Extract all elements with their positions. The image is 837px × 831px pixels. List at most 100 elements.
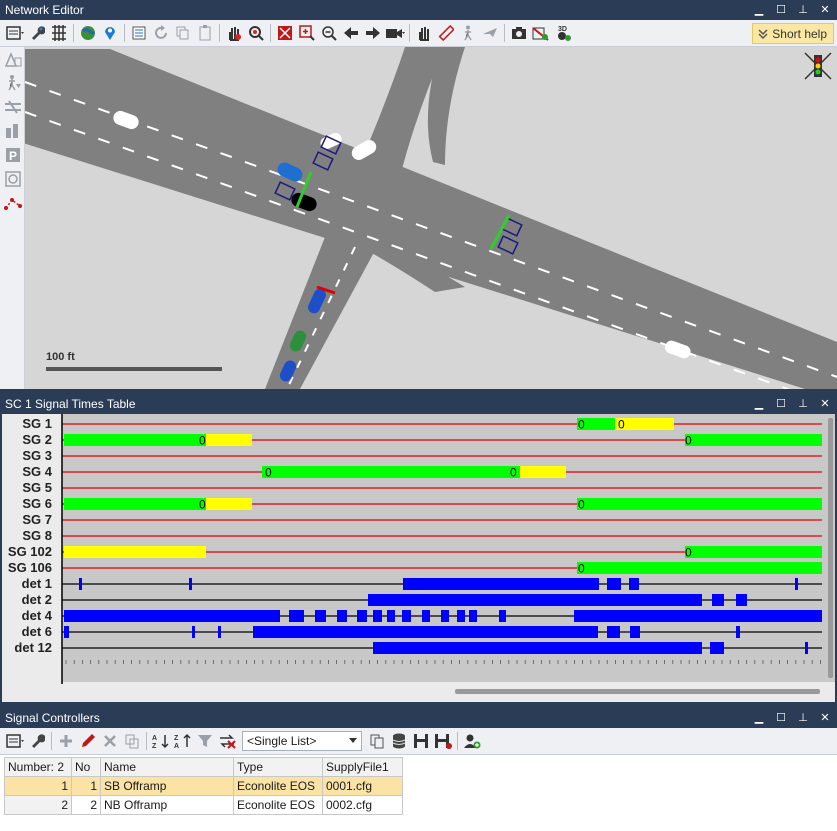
network-map-canvas	[25, 47, 837, 389]
zero-marker: 0	[685, 434, 692, 448]
pin-button[interactable]: ⊥	[797, 708, 809, 728]
signal-state-bar	[206, 434, 252, 446]
cell-supplyfile[interactable]: 0002.cfg	[322, 795, 403, 815]
no-3d-icon[interactable]	[530, 22, 552, 44]
duplicate-icon[interactable]	[121, 730, 143, 752]
camera-icon[interactable]	[384, 22, 406, 44]
wrench-icon[interactable]	[26, 730, 48, 752]
screenshot-icon[interactable]	[508, 22, 530, 44]
detector-occupancy-bar	[499, 610, 506, 622]
scale-bar	[46, 367, 222, 371]
copy-icon[interactable]	[172, 22, 194, 44]
maximize-button[interactable]: ☐	[775, 708, 787, 728]
pin-button[interactable]: ⊥	[797, 394, 809, 414]
maximize-button[interactable]: ☐	[775, 394, 787, 414]
add-user-icon[interactable]	[461, 730, 483, 752]
signal-link-icon[interactable]	[0, 191, 25, 215]
network-grid-icon[interactable]	[48, 22, 70, 44]
zero-marker: 0	[578, 498, 585, 512]
road-link-icon[interactable]	[0, 95, 25, 119]
sort-ascending-icon[interactable]: AZ	[150, 730, 172, 752]
svg-text:3D: 3D	[558, 26, 567, 33]
detector-occupancy-bar	[189, 578, 192, 590]
zoom-in-icon[interactable]	[296, 22, 318, 44]
wrench-icon[interactable]	[26, 22, 48, 44]
edit-pencil-icon[interactable]	[77, 730, 99, 752]
cell-name[interactable]: SB Offramp	[100, 776, 234, 796]
list-icon[interactable]	[128, 22, 150, 44]
svg-text:Z: Z	[174, 735, 179, 742]
detector-occupancy-bar	[315, 610, 326, 622]
detector-occupancy-bar	[805, 642, 808, 654]
minimize-button[interactable]: ▁	[753, 394, 765, 414]
horizontal-scrollbar[interactable]	[455, 689, 820, 694]
zoom-hand-icon[interactable]	[245, 22, 267, 44]
cell-no[interactable]: 1	[71, 776, 101, 796]
database-icon[interactable]	[388, 730, 410, 752]
column-header-type[interactable]: Type	[233, 757, 323, 777]
signal-state-bar	[577, 562, 822, 574]
column-header-number[interactable]: Number: 2	[4, 757, 72, 777]
network-editor-title: Network Editor	[5, 3, 84, 17]
signal-times-table[interactable]: SG 1 SG 2 SG 3 SG 4 SG 5 SG 6 SG 7 SG 8 SG 102 SG…	[2, 414, 835, 702]
redo-icon[interactable]	[150, 22, 172, 44]
save-icon[interactable]	[410, 730, 432, 752]
parking-icon[interactable]: P	[0, 143, 25, 167]
paste-icon[interactable]	[194, 22, 216, 44]
delete-icon[interactable]	[99, 730, 121, 752]
zoom-fit-icon[interactable]	[274, 22, 296, 44]
cell-supplyfile[interactable]: 0001.cfg	[322, 776, 403, 796]
short-help-button[interactable]: Short help	[752, 23, 834, 44]
detector-occupancy-bar	[607, 626, 620, 638]
zoom-out-icon[interactable]	[318, 22, 340, 44]
layout-menu-icon[interactable]	[4, 730, 26, 752]
map-pin-icon[interactable]	[99, 22, 121, 44]
forward-arrow-icon[interactable]	[362, 22, 384, 44]
minimize-button[interactable]: ▁	[753, 0, 765, 20]
detector-icon[interactable]	[0, 167, 25, 191]
back-arrow-icon[interactable]	[340, 22, 362, 44]
pan-hand-icon[interactable]	[413, 22, 435, 44]
table-row[interactable]: 2 2 NB Offramp Econolite EOS 0002.cfg	[4, 795, 403, 815]
filter-icon[interactable]	[194, 730, 216, 752]
column-header-no[interactable]: No	[71, 757, 101, 777]
cell-type[interactable]: Econolite EOS	[233, 795, 323, 815]
vertical-scrollbar[interactable]	[828, 418, 833, 678]
list-mode-select[interactable]: <Single List>	[242, 731, 362, 751]
close-button[interactable]: ✕	[819, 0, 831, 20]
detector-occupancy-bar	[357, 610, 367, 622]
table-row[interactable]: 1 1 SB Offramp Econolite EOS 0001.cfg	[4, 776, 403, 796]
column-header-supplyfile1[interactable]: SupplyFile1	[322, 757, 403, 777]
copy-list-icon[interactable]	[366, 730, 388, 752]
warning-signs-icon[interactable]	[0, 47, 25, 71]
sync-off-icon[interactable]	[216, 730, 238, 752]
column-header-name[interactable]: Name	[100, 757, 234, 777]
pin-button[interactable]: ⊥	[797, 0, 809, 20]
signal-state-bar	[685, 434, 822, 446]
globe-icon[interactable]	[77, 22, 99, 44]
save-as-icon[interactable]	[432, 730, 454, 752]
sort-descending-icon[interactable]: ZA	[172, 730, 194, 752]
cell-name[interactable]: NB Offramp	[100, 795, 234, 815]
signal-controllers-table: Number: 2 No Name Type SupplyFile1 1 1 S…	[4, 757, 403, 815]
pedestrian-route-icon[interactable]	[0, 71, 25, 95]
plane-icon[interactable]	[479, 22, 501, 44]
layout-menu-icon[interactable]	[4, 22, 26, 44]
cell-no[interactable]: 2	[71, 795, 101, 815]
network-map-view[interactable]: 100 ft	[25, 47, 837, 389]
measure-icon[interactable]	[435, 22, 457, 44]
minimize-button[interactable]: ▁	[753, 708, 765, 728]
zero-marker: 0	[618, 418, 625, 432]
cell-type[interactable]: Econolite EOS	[233, 776, 323, 796]
close-button[interactable]: ✕	[819, 708, 831, 728]
svg-text:Z: Z	[152, 743, 157, 749]
hand-select-icon[interactable]	[223, 22, 245, 44]
add-icon[interactable]	[55, 730, 77, 752]
detector-occupancy-bar	[402, 610, 411, 622]
pedestrian-icon[interactable]	[457, 22, 479, 44]
maximize-button[interactable]: ☐	[775, 0, 787, 20]
list-mode-value: <Single List>	[247, 734, 317, 748]
parking-lot-icon[interactable]	[0, 119, 25, 143]
close-button[interactable]: ✕	[819, 394, 831, 414]
3d-icon[interactable]: 3D	[552, 22, 574, 44]
